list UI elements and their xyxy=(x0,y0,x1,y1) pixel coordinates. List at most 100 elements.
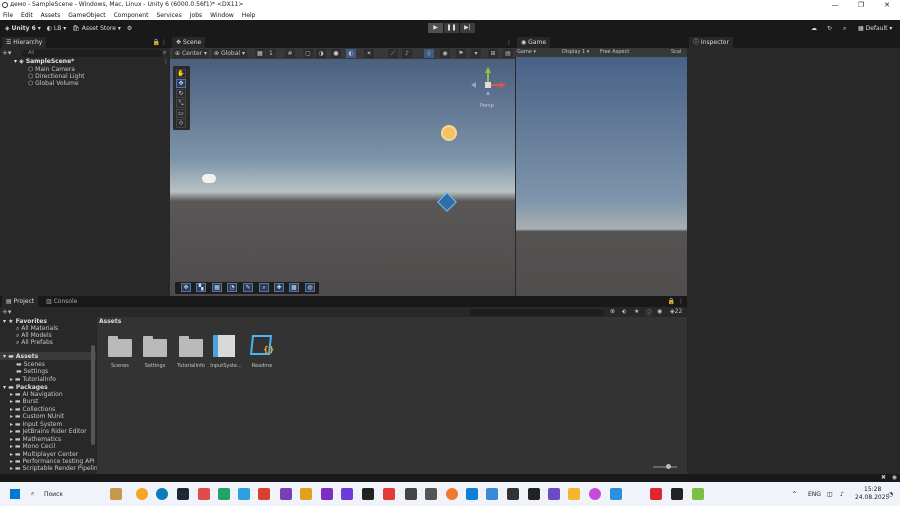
tab-hierarchy[interactable]: ☰ Hierarchy xyxy=(2,37,47,48)
menu-jobs[interactable]: Jobs xyxy=(190,12,202,19)
clock-date[interactable]: 24.08.2025 xyxy=(855,494,889,501)
app-icon-16[interactable] xyxy=(507,488,519,500)
app-icon-19[interactable] xyxy=(610,488,622,500)
eye-icon[interactable]: ◉ xyxy=(657,308,662,315)
app-icon-3[interactable] xyxy=(218,488,230,500)
tree-pkg-multiplayer[interactable]: ▸ ▬ Multiplayer Center xyxy=(10,451,78,458)
minimize-button[interactable]: — xyxy=(822,0,848,10)
hierarchy-item-main-camera[interactable]: ⬡ Main Camera xyxy=(28,66,75,73)
scene-more-icon[interactable]: ⋮ xyxy=(163,58,169,65)
app-icon-15[interactable] xyxy=(486,488,498,500)
cloud-lb-button[interactable]: ◐ LB ▾ xyxy=(44,23,70,34)
project-more-icon[interactable]: ⋮ xyxy=(678,298,684,305)
draw-mode-icon[interactable]: ✶ xyxy=(364,49,374,58)
app-icon-2[interactable] xyxy=(198,488,210,500)
notification-icon[interactable]: ◔ xyxy=(888,491,893,498)
lit-icon[interactable]: ◐ xyxy=(346,49,356,58)
tree-pkg-mathematics[interactable]: ▸ ▬ Mathematics xyxy=(10,436,61,443)
menu-gameobject[interactable]: GameObject xyxy=(68,12,105,19)
2d-toggle-icon[interactable]: ⟋ xyxy=(388,49,398,58)
tab-project[interactable]: ▤ Project xyxy=(2,296,39,307)
game-viewport[interactable] xyxy=(516,57,687,296)
plugin-icon[interactable]: ⚙ xyxy=(124,23,135,34)
close-button[interactable]: ✕ xyxy=(874,0,900,10)
info-icon[interactable]: ⓘ xyxy=(646,308,652,317)
camera-cube-icon[interactable] xyxy=(437,192,457,212)
weather-icon[interactable] xyxy=(110,488,122,500)
shading-icon[interactable]: ● xyxy=(331,49,341,58)
lock-icon[interactable]: 🔒 xyxy=(153,39,160,46)
app-icon-14[interactable] xyxy=(446,488,458,500)
app-icon-7[interactable] xyxy=(300,488,312,500)
wire-icon[interactable]: ▢ xyxy=(303,49,313,58)
tree-pkg-custom-nunit[interactable]: ▸ ▬ Custom NUnit xyxy=(10,413,64,420)
app-icon-13[interactable] xyxy=(425,488,437,500)
hierarchy-search-input[interactable]: All xyxy=(22,50,162,57)
unity-icon[interactable] xyxy=(671,488,683,500)
move-tool-icon[interactable]: ✥ xyxy=(176,79,186,88)
yandex-icon[interactable] xyxy=(650,488,662,500)
tree-all-prefabs[interactable]: ⌕ All Prefabs xyxy=(16,339,53,347)
explorer-icon[interactable] xyxy=(568,488,580,500)
visibility-icon[interactable]: ◉ xyxy=(440,49,450,58)
search-filter-icon[interactable]: ⌕ xyxy=(163,49,166,57)
zoom-slider-handle[interactable] xyxy=(666,464,671,469)
pivot-dropdown[interactable]: ⊕ Center ▾ xyxy=(173,49,210,58)
overlay-select-icon[interactable]: ▚ xyxy=(196,283,206,292)
global-volume-icon[interactable] xyxy=(202,174,216,183)
aspect-dropdown[interactable]: Free Aspect xyxy=(600,49,629,55)
orientation-gizmo-icon[interactable]: Persp xyxy=(470,65,510,115)
search-icon[interactable]: ⌕ xyxy=(840,23,849,34)
game-mode-dropdown[interactable]: Game ▾ xyxy=(517,49,536,55)
app-icon-5[interactable] xyxy=(258,488,270,500)
steam-icon[interactable] xyxy=(177,488,189,500)
tree-pkg-srp[interactable]: ▸ ▬ Scriptable Render Pipeline xyxy=(10,465,101,472)
menu-edit[interactable]: Edit xyxy=(21,12,33,19)
hierarchy-item-directional-light[interactable]: ⬡ Directional Light xyxy=(28,73,85,80)
unity-hub-icon[interactable] xyxy=(528,488,540,500)
scene-more-icon[interactable]: ⋮ xyxy=(506,39,512,46)
tree-pkg-collections[interactable]: ▸ ▬ Collections xyxy=(10,406,55,413)
network-icon[interactable]: ◫ xyxy=(827,491,833,498)
tree-packages[interactable]: ▾ ▬ Packages xyxy=(3,384,48,391)
tree-favorites[interactable]: ▾ ★ Favorites xyxy=(3,318,47,325)
overlay-rotate-icon[interactable]: ◔ xyxy=(227,283,237,292)
app-icon-11[interactable] xyxy=(383,488,395,500)
app-icon-18[interactable] xyxy=(589,488,601,500)
rect-tool-icon[interactable]: ▭ xyxy=(176,109,186,118)
menu-services[interactable]: Services xyxy=(156,12,181,19)
tab-game[interactable]: ◉ Game xyxy=(517,37,551,48)
maximize-button[interactable]: ❐ xyxy=(848,0,874,10)
menu-file[interactable]: File xyxy=(3,12,13,19)
tab-scene[interactable]: ✥ Scene xyxy=(172,37,206,48)
zoom-slider[interactable] xyxy=(653,466,677,468)
display-dropdown[interactable]: Display 1 ▾ xyxy=(562,49,589,55)
unity-account-button[interactable]: ◈ Unity 6 ▾ xyxy=(2,23,44,34)
overlay-zoom-icon[interactable]: ⌕ xyxy=(259,283,269,292)
project-lock-icon[interactable]: 🔒 xyxy=(668,298,675,305)
filter-type-icon[interactable]: ⊗ xyxy=(610,308,615,315)
layout-dropdown[interactable]: ▦ Default ▾ xyxy=(855,23,895,34)
tree-pkg-jetbrains[interactable]: ▸ ▬ JetBrains Rider Editor xyxy=(10,428,87,435)
hand-tool-icon[interactable]: ✋ xyxy=(176,69,186,78)
overlay-paint-icon[interactable]: ✎ xyxy=(243,283,253,292)
project-search-input[interactable] xyxy=(470,309,604,316)
tree-scrollbar[interactable] xyxy=(91,345,95,445)
scale-tool-icon[interactable]: ⤡ xyxy=(176,99,186,108)
menu-window[interactable]: Window xyxy=(210,12,234,19)
play-button[interactable]: ▶ xyxy=(428,23,443,33)
overlay-grid-icon[interactable]: ▦ xyxy=(212,283,222,292)
app-icon-8[interactable] xyxy=(321,488,333,500)
snap-value[interactable]: 1 xyxy=(266,49,276,58)
tree-pkg-ai-navigation[interactable]: ▸ ▬ AI Navigation xyxy=(10,391,63,398)
menu-help[interactable]: Help xyxy=(242,12,256,19)
app-icon-12[interactable] xyxy=(405,488,417,500)
cloud-icon[interactable]: ☁ xyxy=(808,23,820,34)
overlay-move-icon[interactable]: ✥ xyxy=(181,283,191,292)
language-indicator[interactable]: ENG xyxy=(808,491,821,498)
add-object-button[interactable]: +▾ xyxy=(2,49,11,57)
tree-pkg-performance[interactable]: ▸ ▬ Performance testing API xyxy=(10,458,95,465)
volume-icon[interactable]: ♪ xyxy=(840,491,844,498)
filter-label-icon[interactable]: ⬖ xyxy=(622,308,627,315)
audio-icon[interactable]: ♪ xyxy=(402,49,412,58)
